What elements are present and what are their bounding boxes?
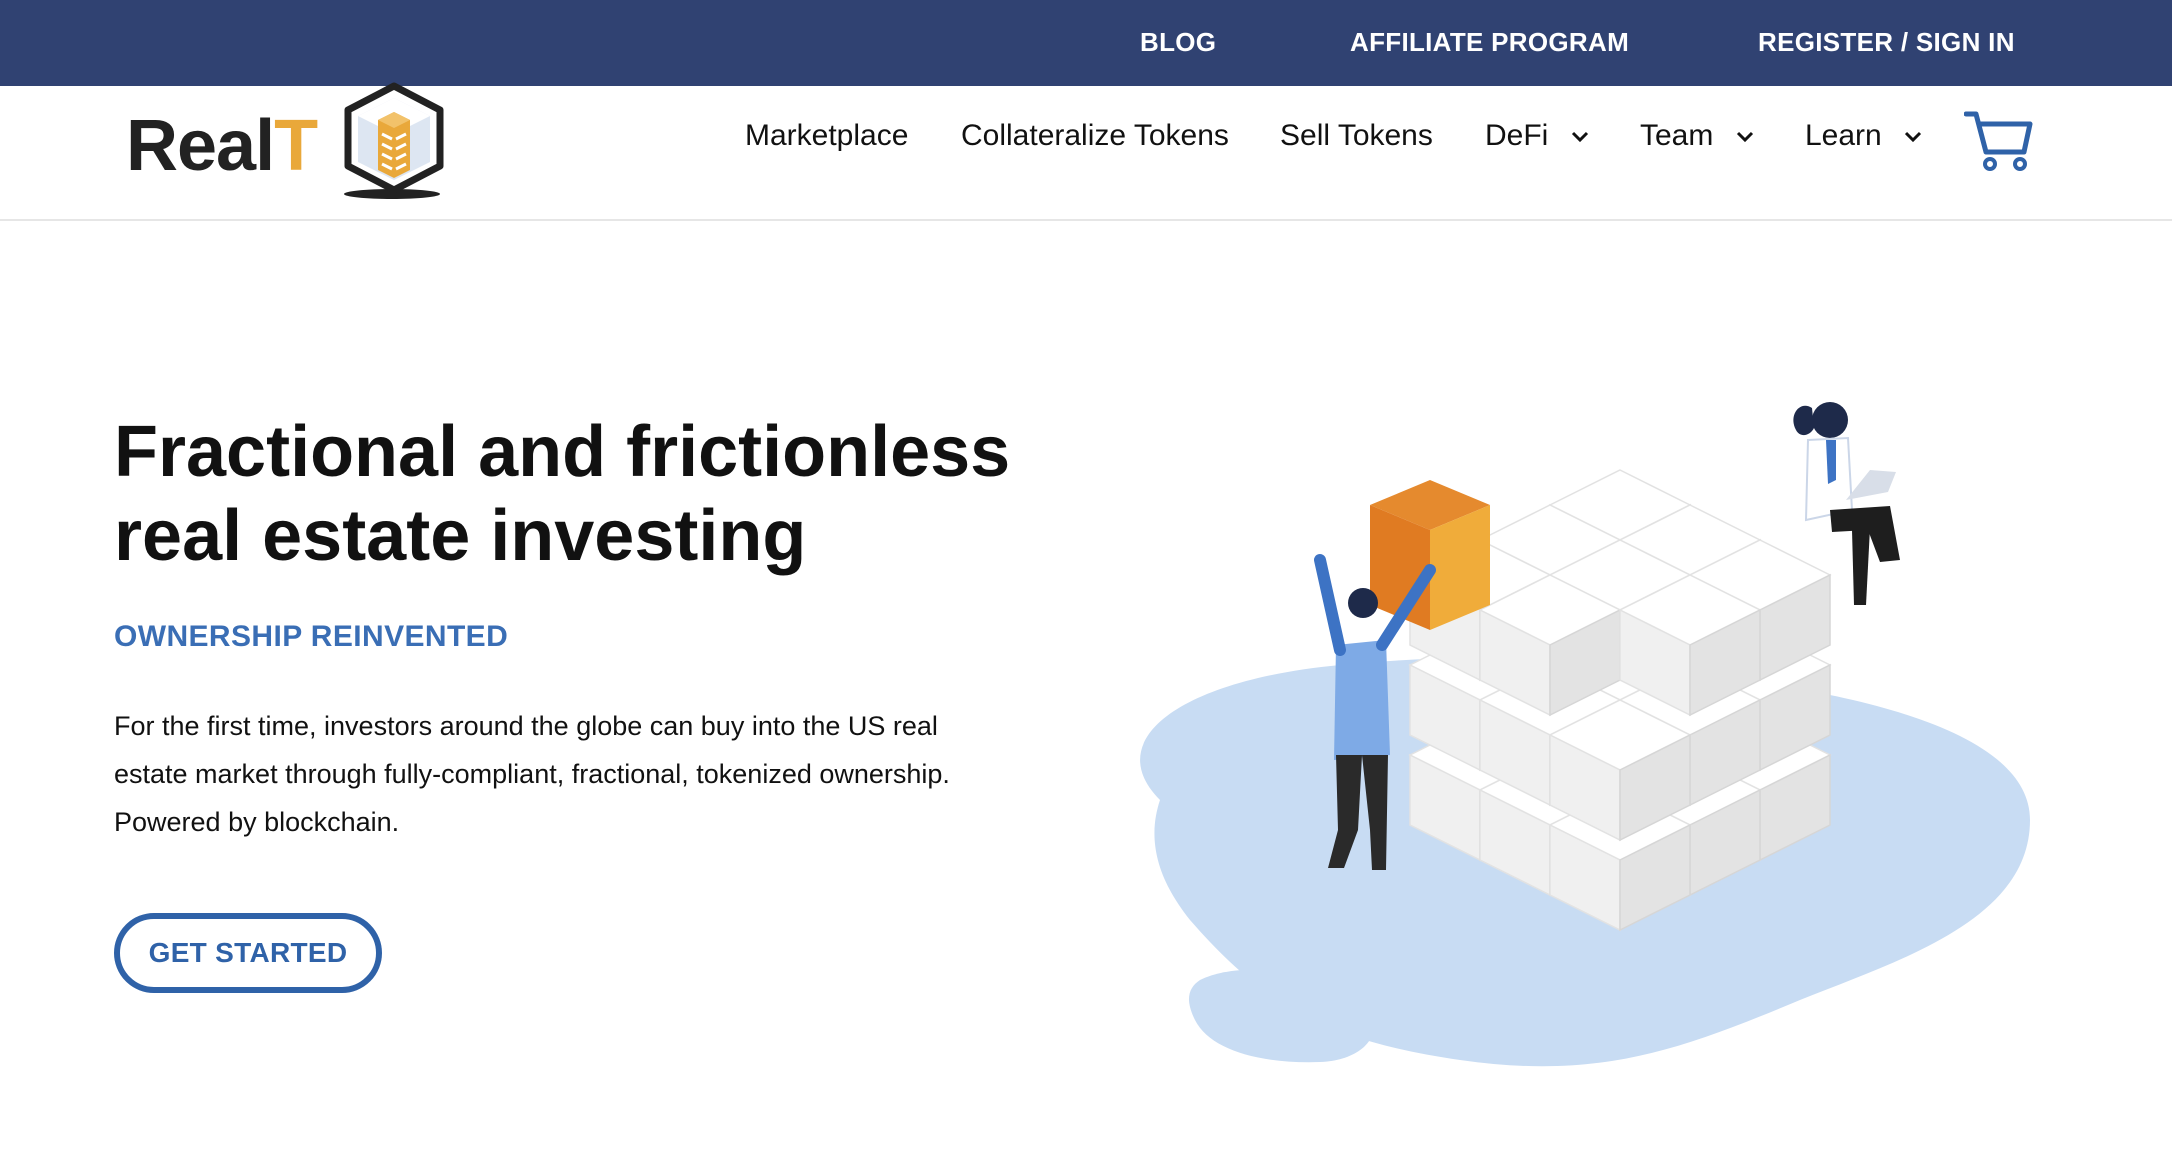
main-navbar: RealT Marketplace Collateralize Tokens S… [0,82,2172,221]
nav-team-dropdown[interactable]: Team [1640,86,1754,186]
register-sign-in-link[interactable]: REGISTER / SIGN IN [1758,0,2015,86]
nav-learn-label: Learn [1805,119,1882,152]
top-utility-bar: BLOG AFFILIATE PROGRAM REGISTER / SIGN I… [0,0,2172,86]
logo-wordmark: RealT [126,96,318,196]
nav-team-label: Team [1640,119,1714,152]
nav-collateralize-tokens[interactable]: Collateralize Tokens [961,86,1229,186]
nav-sell-label: Sell Tokens [1280,119,1433,152]
nav-defi-label: DeFi [1485,119,1549,152]
nav-marketplace-label: Marketplace [745,119,909,152]
hero-title-line1: Fractional and frictionless [114,412,1011,492]
hero-illustration [1140,402,2030,1067]
chevron-down-icon [1571,132,1588,143]
logo-wordmark-real: Real [126,106,275,186]
hero-title-line2: real estate investing [114,496,807,576]
hero-description-line1: For the first time, investors around the… [114,711,938,741]
chevron-down-icon [1905,132,1922,143]
blog-link[interactable]: BLOG [1140,0,1216,86]
hero-description-line3: Powered by blockchain. [114,807,400,837]
nav-defi-dropdown[interactable]: DeFi [1485,86,1589,186]
hero-description-line2: estate market through fully-compliant, f… [114,759,950,789]
chevron-down-icon [1736,132,1753,143]
nav-learn-dropdown[interactable]: Learn [1805,86,1922,186]
hero-title: Fractional and frictionless real estate … [114,410,1074,578]
hero-description: For the first time, investors around the… [114,702,1014,846]
logo-wordmark-t: T [274,106,318,186]
realt-logo[interactable]: RealT [126,82,456,206]
nav-sell-tokens[interactable]: Sell Tokens [1280,86,1433,186]
cart-icon[interactable] [1964,108,2034,174]
nav-marketplace[interactable]: Marketplace [745,86,908,186]
nav-collateralize-label: Collateralize Tokens [961,119,1229,152]
affiliate-program-link[interactable]: AFFILIATE PROGRAM [1350,0,1629,86]
logo-building-icon [344,82,444,199]
orange-cube-shape [1370,480,1490,630]
get-started-button[interactable]: GET STARTED [114,913,382,993]
hero-subtitle: OWNERSHIP REINVENTED [114,620,509,653]
